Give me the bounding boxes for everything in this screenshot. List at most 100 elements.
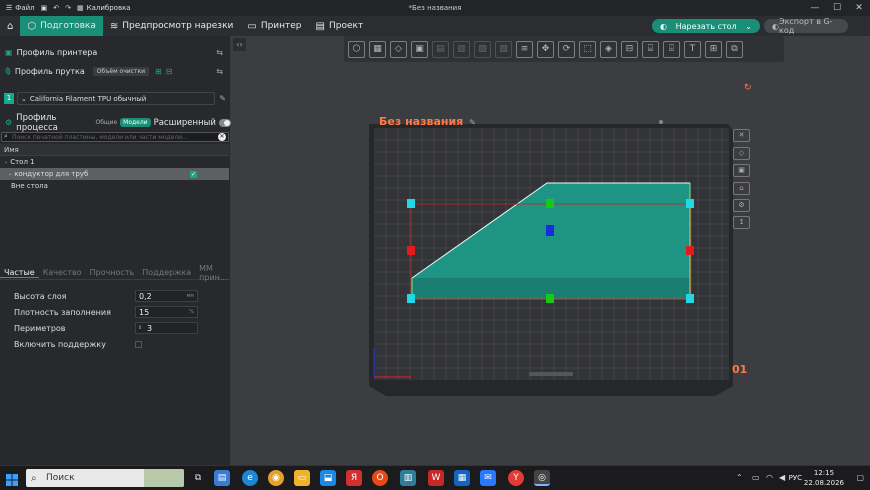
handle-corner[interactable] (686, 199, 694, 208)
tab-frequent[interactable]: Частые (0, 268, 39, 278)
handle-z[interactable] (546, 225, 554, 236)
param-perimeters: Периметров ⇕ 3 (14, 322, 214, 334)
plate-settings-icon[interactable]: ⚙ (733, 199, 750, 212)
perimeters-stepper[interactable]: ⇕ 3 (135, 322, 198, 334)
clock[interactable]: 12:15 22.08.2026 (804, 468, 844, 488)
edge-browser-icon[interactable]: e (242, 470, 258, 486)
save-button[interactable]: ▣ (41, 4, 48, 12)
home-button[interactable]: ⌂ (0, 16, 20, 36)
infill-density-input[interactable]: 15 % (135, 306, 198, 318)
tray-chevron-icon[interactable]: ⌃ (736, 473, 743, 482)
app-icon[interactable]: ▥ (400, 470, 416, 486)
search-placeholder: Поиск печатной пластины, модели или част… (12, 133, 188, 141)
object-list-header: Имя (0, 144, 229, 156)
redo-button[interactable]: ↷ (65, 4, 71, 12)
calibration-menu[interactable]: ▦ Калибровка (77, 4, 131, 12)
clear-icon[interactable]: ✕ (218, 133, 226, 141)
advanced-toggle[interactable] (218, 118, 231, 127)
edit-icon[interactable]: ✎ (469, 118, 476, 127)
tab-multimaterial[interactable]: ММ прин... (195, 264, 231, 282)
printer-profile-row[interactable]: ▣ Профиль принтера ⇆ (0, 46, 231, 58)
lock-plate-icon[interactable]: ⌂ (733, 182, 750, 195)
enable-support-checkbox[interactable] (135, 340, 142, 348)
tab-printer[interactable]: ▭ Принтер (240, 16, 308, 36)
title-bar: ☰ Файл ▣ ↶ ↷ ▦ Калибровка *Без названия … (0, 0, 870, 16)
windows-taskbar: ⌕ Поиск ⧉ ▤ e ◉ ▭ ⬓ Я O ▥ W ▦ ✉ Y ◎ ⌃ ▭ … (0, 465, 870, 489)
yandex-browser-icon[interactable]: Y (508, 470, 524, 486)
orient-plate-icon[interactable]: ◇ (733, 147, 750, 160)
tree-item-off-plate[interactable]: Вне стола (0, 180, 229, 192)
handle-corner[interactable] (407, 294, 415, 303)
slice-plate-button[interactable]: ◐ Нарезать стол ⌄ (652, 19, 760, 33)
seg-objects[interactable]: Модели (120, 118, 151, 127)
wifi-icon[interactable]: ◠ (766, 473, 773, 482)
orca-slicer-icon[interactable]: ◎ (534, 470, 550, 486)
calculator-icon[interactable]: ▦ (454, 470, 470, 486)
tab-project[interactable]: ▤ Проект (309, 16, 371, 36)
move-plate-icon[interactable]: ↥ (733, 216, 750, 229)
arrange-plate-icon[interactable]: ▣ (733, 164, 750, 177)
notifications-icon[interactable]: ▢ (856, 473, 864, 482)
maximize-button[interactable]: ☐ (826, 0, 848, 16)
redo-icon: ↷ (65, 4, 71, 12)
volume-icon[interactable]: ◀ (779, 473, 785, 482)
stepper-arrows-icon[interactable]: ⇕ (138, 325, 142, 331)
handle-x[interactable] (686, 246, 694, 255)
chrome-browser-icon[interactable]: ◉ (268, 470, 284, 486)
swap-icon[interactable]: ⇆ (216, 48, 223, 57)
tab-quality[interactable]: Качество (39, 268, 86, 277)
handle-x[interactable] (407, 246, 415, 255)
export-gcode-button[interactable]: ◐ Экспорт в G-код (764, 17, 848, 35)
taskbar-search-input[interactable]: ⌕ Поиск (26, 469, 184, 487)
plate-handle (659, 120, 663, 124)
tree-item-plate[interactable]: ⌄ Стол 1 (0, 156, 229, 168)
filament-dropdown[interactable]: ⌄ California Filament TPU обычный (17, 92, 216, 105)
handle-corner[interactable] (686, 294, 694, 303)
search-icon: ⌕ (4, 132, 8, 140)
seg-global[interactable]: Общие (92, 118, 120, 127)
yandex-icon[interactable]: Я (346, 470, 362, 486)
slice-dropdown-icon: ◐ (660, 21, 667, 31)
delete-plate-icon[interactable]: ✕ (733, 129, 750, 142)
handle-y[interactable] (546, 294, 554, 303)
home-icon: ⌂ (7, 20, 14, 32)
remove-filament-icon[interactable]: ⊟ (166, 67, 173, 76)
mail-icon[interactable]: ✉ (480, 470, 496, 486)
flush-volume-button[interactable]: Объём очистки (92, 66, 149, 76)
add-filament-icon[interactable]: ⊞ (155, 67, 162, 76)
widgets-icon[interactable]: ▤ (214, 470, 230, 486)
reset-view-icon[interactable]: ↻ (744, 83, 752, 93)
swap-icon[interactable]: ⇆ (216, 67, 223, 76)
opera-icon[interactable]: O (372, 470, 388, 486)
process-icon: ⚙ (5, 118, 13, 127)
close-button[interactable]: ✕ (848, 0, 870, 16)
tab-prepare-label: Подготовка (40, 21, 96, 31)
layer-height-input[interactable]: 0,2 мм (135, 290, 198, 302)
object-search-input[interactable]: ⌕ Поиск печатной пластины, модели или ча… (1, 132, 229, 142)
tab-strength[interactable]: Прочность (86, 268, 139, 277)
param-label: Высота слоя (14, 291, 67, 301)
3d-viewport[interactable]: ‹› ⬡ ▦ ◇ ▣ ▤ ▥ ▧ ▨ ≡ ✥ ⟳ ⬚ ◈ ⊟ ⌸ ⌹ T ⊞ ⧉ (231, 36, 870, 465)
file-menu[interactable]: ☰ Файл (6, 4, 35, 12)
filament-profile-row: ⟬⟭ Профиль прутка Объём очистки ⊞ ⊟ ⇆ (0, 65, 231, 77)
file-explorer-icon[interactable]: ▭ (294, 470, 310, 486)
plate-name[interactable]: Без названия ✎ (379, 115, 476, 128)
tab-preview[interactable]: ≋ Предпросмотр нарезки (103, 16, 241, 36)
tab-support[interactable]: Поддержка (138, 268, 195, 277)
handle-y[interactable] (546, 199, 554, 208)
tree-item-object[interactable]: ⌄ кондуктор для труб ✓ (0, 168, 229, 180)
minimize-button[interactable]: — (804, 0, 826, 16)
input-language[interactable]: РУС (789, 474, 802, 482)
task-view-icon[interactable]: ⧉ (190, 470, 206, 486)
edit-icon[interactable]: ✎ (219, 94, 226, 103)
undo-button[interactable]: ↶ (53, 4, 59, 12)
store-icon[interactable]: ⬓ (320, 470, 336, 486)
tab-prepare[interactable]: ⬡ Подготовка (20, 16, 103, 36)
network-icon[interactable]: ▭ (752, 473, 760, 482)
object-check-icon[interactable]: ✓ (190, 170, 197, 178)
wildberries-icon[interactable]: W (428, 470, 444, 486)
handle-corner[interactable] (407, 199, 415, 208)
windows-start-icon[interactable] (6, 471, 18, 486)
cube-icon: ⬡ (27, 20, 37, 32)
slice-plate-label: Нарезать стол (675, 21, 737, 31)
